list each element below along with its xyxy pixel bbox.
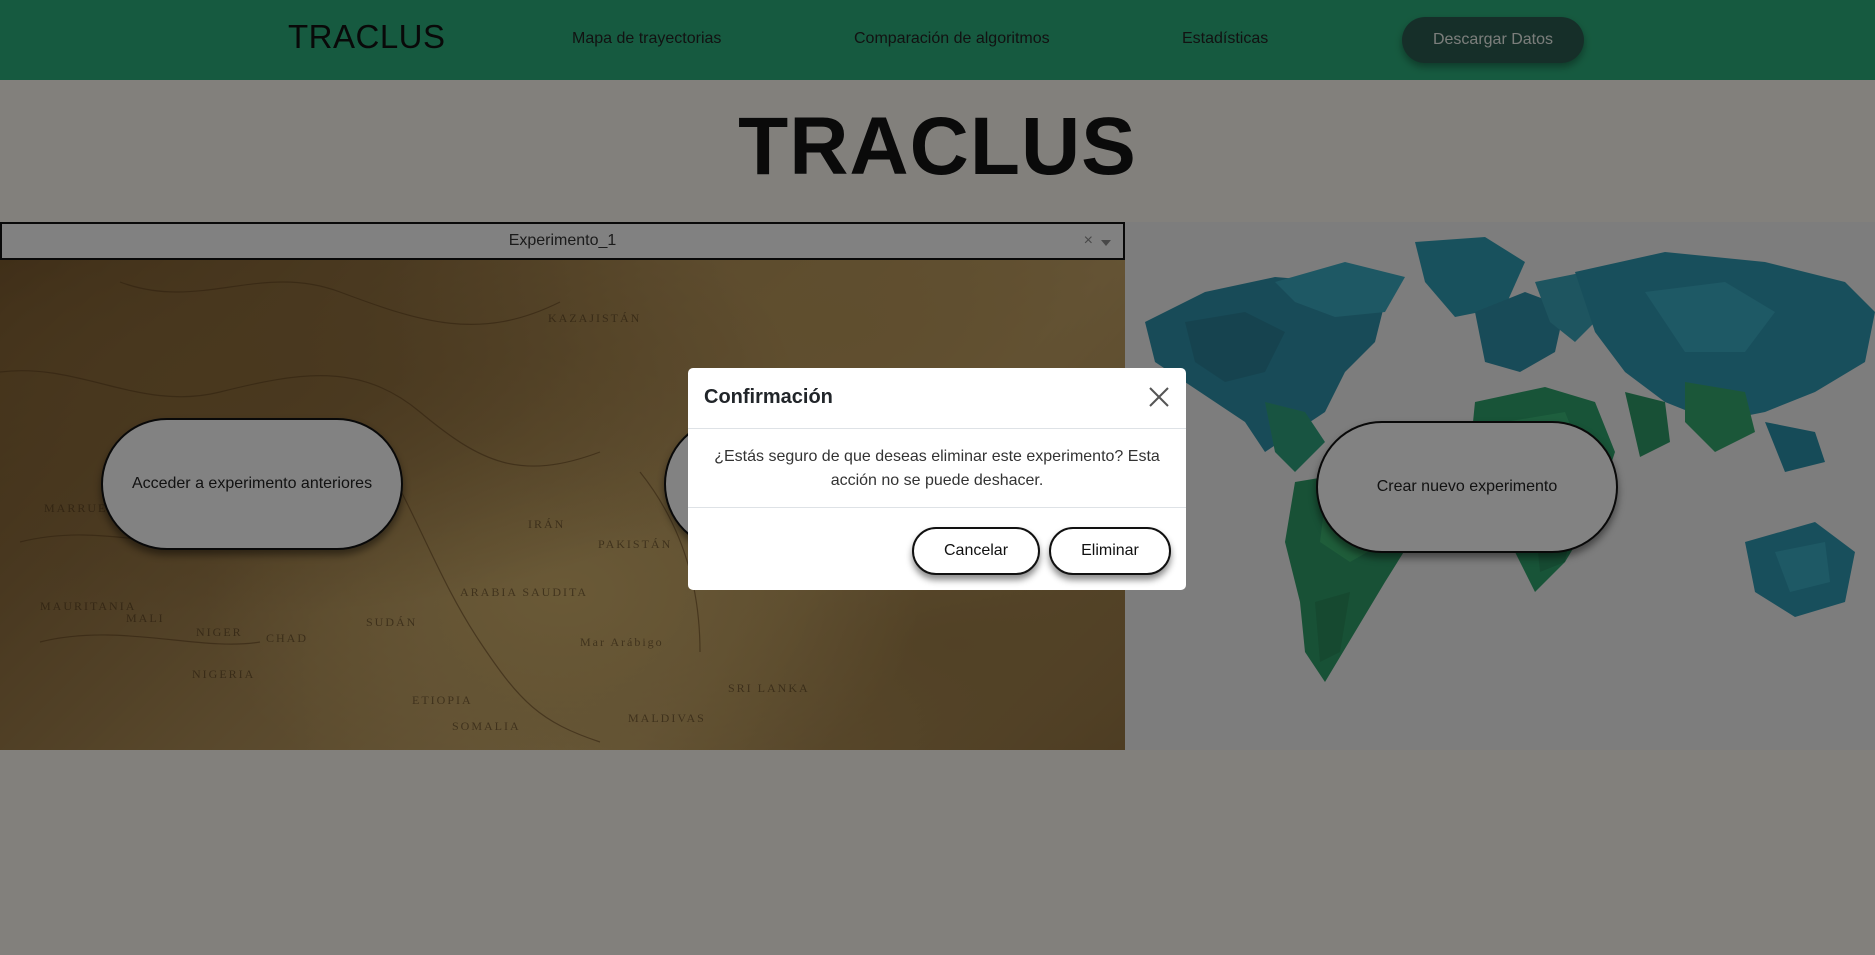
modal-title: Confirmación [704, 386, 833, 408]
confirmation-modal: Confirmación ¿Estás seguro de que deseas… [688, 368, 1186, 590]
modal-header: Confirmación [688, 368, 1186, 429]
close-icon[interactable] [1146, 384, 1172, 410]
cancel-button[interactable]: Cancelar [912, 527, 1040, 575]
modal-message: ¿Estás seguro de que deseas eliminar est… [688, 430, 1186, 508]
delete-button[interactable]: Eliminar [1049, 527, 1171, 575]
